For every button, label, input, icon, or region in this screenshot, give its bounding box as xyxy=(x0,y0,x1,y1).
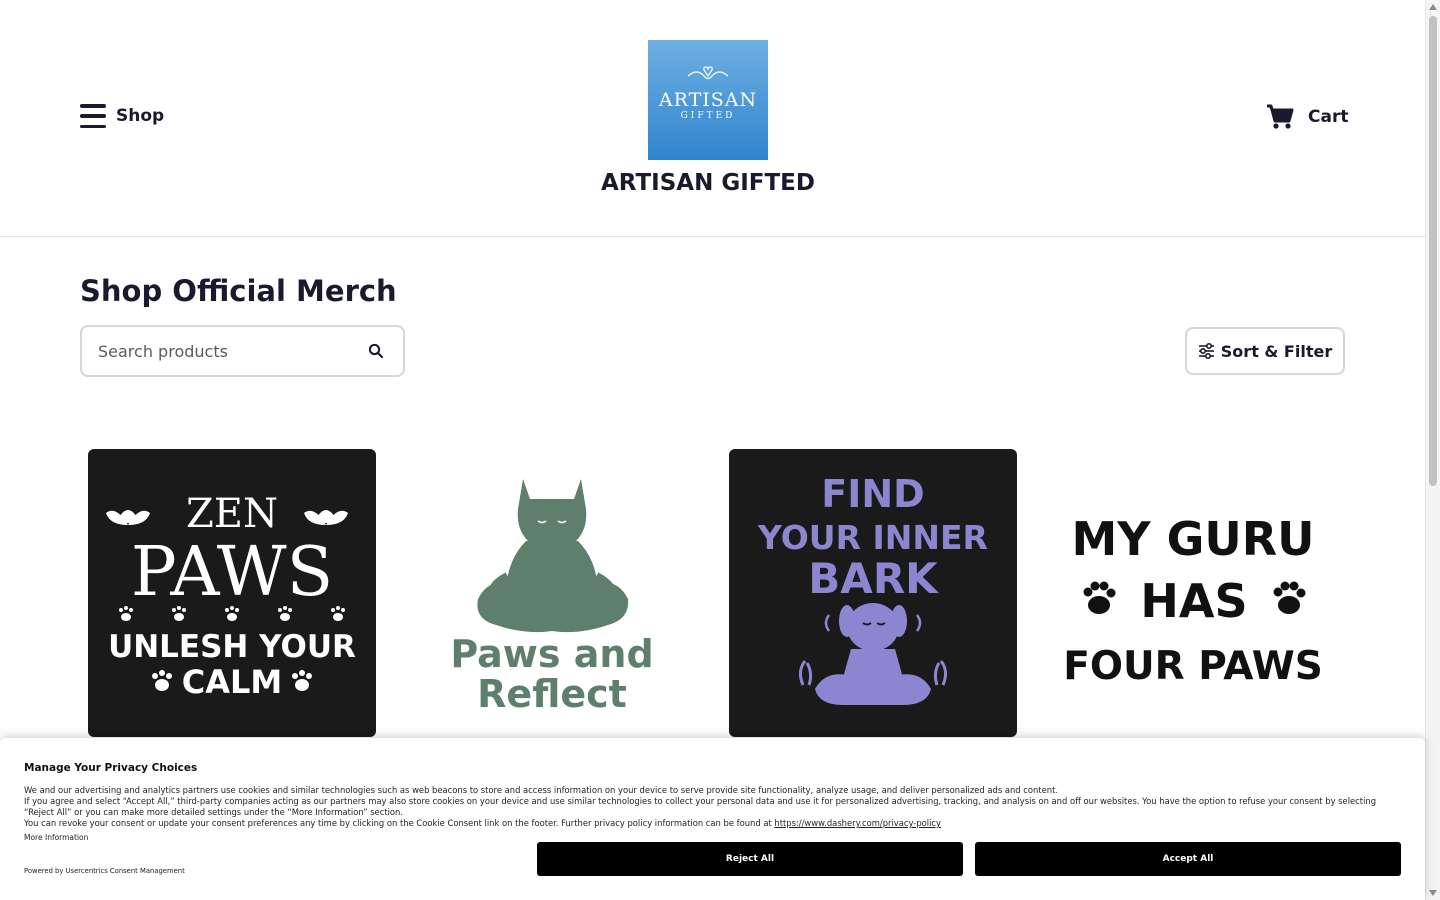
consent-paragraph-2: If you agree and select “Accept All,” th… xyxy=(24,796,1377,817)
page-scrollbar[interactable] xyxy=(1425,0,1440,900)
scrollbar-thumb[interactable] xyxy=(1429,16,1437,486)
shop-label: Shop xyxy=(116,106,165,126)
privacy-policy-link[interactable]: https://www.dashery.com/privacy-policy xyxy=(774,818,941,828)
product-image: ZEN PAWS UNLESH YOUR CALM xyxy=(106,491,356,701)
consent-body: We and our advertising and analytics par… xyxy=(24,785,1404,829)
product-image: FIND YOUR INNER BARK xyxy=(757,472,988,705)
site-header: Shop ARTISAN GIFTED ARTISAN GIFTED Cart xyxy=(0,0,1425,237)
product-text-line2: Reflect xyxy=(477,672,627,716)
product-card-find-your-inner-bark[interactable]: FIND YOUR INNER BARK xyxy=(729,449,1017,737)
product-text-line4: CALM xyxy=(182,663,282,701)
product-text-line1: Paws and xyxy=(450,632,653,676)
search-input[interactable] xyxy=(98,327,358,375)
cart-label: Cart xyxy=(1308,107,1349,127)
page-title: Shop Official Merch xyxy=(80,274,397,308)
consent-title: Manage Your Privacy Choices xyxy=(24,762,198,774)
product-text-line1: FIND xyxy=(821,472,924,516)
sliders-icon xyxy=(1198,343,1214,359)
product-card-paws-and-reflect[interactable]: Paws and Reflect xyxy=(408,449,696,737)
more-information-link[interactable]: More Information xyxy=(24,833,88,842)
scroll-down-arrow-icon[interactable] xyxy=(1429,890,1437,896)
product-text-line2: HAS xyxy=(1140,574,1247,628)
product-text-line3: FOUR PAWS xyxy=(1063,644,1323,689)
logo-wordmark: ARTISAN xyxy=(658,89,758,111)
product-image: MY GURU HAS FOUR PAWS xyxy=(1063,512,1323,689)
product-text-line2: YOUR INNER xyxy=(757,518,988,557)
logo-ornament-icon xyxy=(687,66,729,80)
product-text-line2: PAWS xyxy=(131,533,333,612)
product-card-zen-paws[interactable]: ZEN PAWS UNLESH YOUR CALM xyxy=(88,449,376,737)
product-text-line3: UNLESH YOUR xyxy=(108,629,356,665)
brand-title[interactable]: ARTISAN GIFTED xyxy=(0,170,1416,196)
meditating-dog-icon xyxy=(798,603,948,705)
product-text-line1: MY GURU xyxy=(1072,512,1315,566)
product-text-line1: ZEN xyxy=(186,491,278,537)
cart-button[interactable]: Cart xyxy=(1266,104,1348,130)
shop-menu-button[interactable]: Shop xyxy=(80,104,164,128)
consent-paragraph-3-text: You can revoke your consent or update yo… xyxy=(24,818,772,828)
scroll-up-arrow-icon[interactable] xyxy=(1429,4,1437,10)
product-image: Paws and Reflect xyxy=(450,479,654,716)
accept-all-button[interactable]: Accept All xyxy=(975,842,1401,876)
product-text-line3: BARK xyxy=(808,554,939,603)
product-card-my-guru-has-four-paws[interactable]: MY GURU HAS FOUR PAWS xyxy=(1049,449,1337,737)
cart-icon xyxy=(1267,104,1294,129)
search-box xyxy=(80,325,405,377)
consent-paragraph-3: You can revoke your consent or update yo… xyxy=(24,818,1404,829)
privacy-consent-banner: Manage Your Privacy Choices We and our a… xyxy=(0,738,1425,900)
consent-paragraph-1: We and our advertising and analytics par… xyxy=(24,785,1059,795)
sort-filter-button[interactable]: Sort & Filter xyxy=(1185,327,1345,375)
meditating-cat-icon xyxy=(477,479,629,633)
powered-by-text: Powered by Usercentrics Consent Manageme… xyxy=(24,867,185,875)
hamburger-menu-icon xyxy=(80,104,106,128)
search-icon[interactable] xyxy=(368,343,384,359)
logo-subtitle: GIFTED xyxy=(680,111,736,121)
reject-all-button[interactable]: Reject All xyxy=(537,842,963,876)
sort-filter-label: Sort & Filter xyxy=(1220,341,1333,361)
brand-logo[interactable]: ARTISAN GIFTED xyxy=(648,40,768,160)
